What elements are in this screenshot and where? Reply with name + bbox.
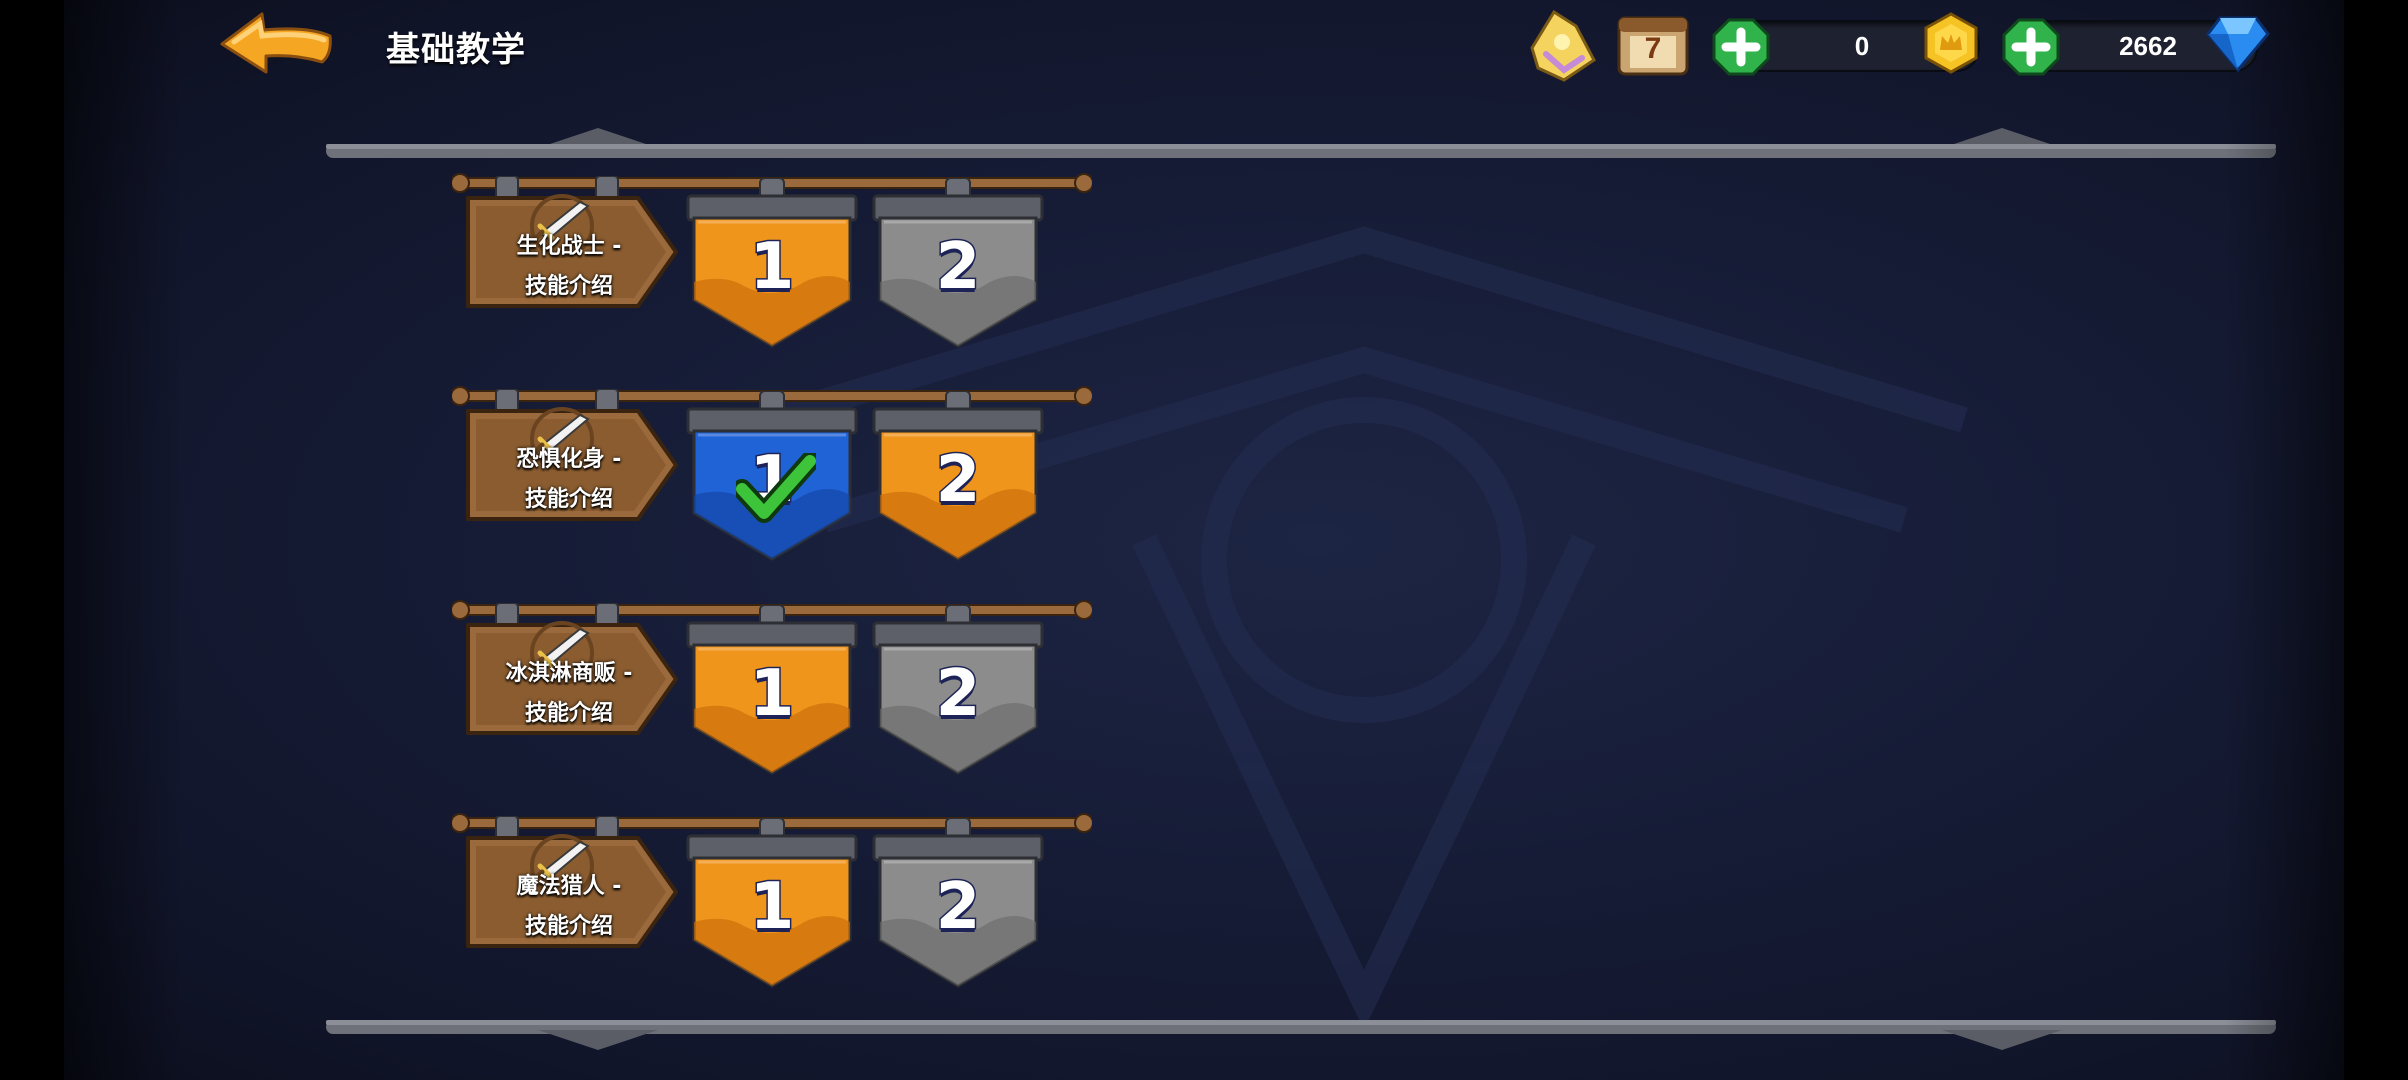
hero-name-label: 恐惧化身 - xyxy=(516,447,622,472)
hero-sign: 生化战士 - 技能介绍 xyxy=(462,175,682,326)
tutorial-row: 魔法猎人 - 技能介绍 1 2 xyxy=(452,810,1092,1010)
page-title: 基础教学 xyxy=(386,30,526,70)
calendar-button[interactable]: 7 xyxy=(1616,12,1690,78)
level-number: 2 xyxy=(934,442,982,519)
add-gold-button[interactable] xyxy=(1712,18,1770,76)
level-banner-locked[interactable]: 2 xyxy=(870,817,1046,990)
hero-name-label: 生化战士 - xyxy=(516,234,622,259)
level-banner-available[interactable]: 1 xyxy=(684,604,860,777)
hero-sign: 恐惧化身 - 技能介绍 xyxy=(462,388,682,539)
level-banner-locked[interactable]: 2 xyxy=(870,604,1046,777)
skill-intro-label: 技能介绍 xyxy=(524,487,613,512)
skill-intro-label: 技能介绍 xyxy=(524,914,613,939)
plus-icon xyxy=(2002,18,2060,76)
tutorial-row: 恐惧化身 - 技能介绍 1 2 xyxy=(452,383,1092,583)
skill-intro-label: 技能介绍 xyxy=(524,274,613,299)
level-banner-completed[interactable]: 1 xyxy=(684,390,860,563)
hero-name-label: 冰淇淋商贩 - xyxy=(505,661,633,686)
game-screen xyxy=(64,0,2344,1080)
bottom-rail xyxy=(326,1020,2276,1050)
gold-crown-coin-icon xyxy=(1924,12,1978,74)
trophy-horn-icon xyxy=(1530,9,1596,82)
event-button[interactable] xyxy=(1524,8,1600,86)
level-banner-available[interactable]: 2 xyxy=(870,390,1046,563)
gold-value: 0 xyxy=(1854,31,1870,61)
hero-name-label: 魔法猎人 - xyxy=(516,874,622,899)
back-arrow-icon xyxy=(220,12,332,74)
tutorial-row: 生化战士 - 技能介绍 1 2 xyxy=(452,170,1092,370)
level-number: 1 xyxy=(748,656,796,733)
level-banner-available[interactable]: 1 xyxy=(684,817,860,990)
back-button[interactable] xyxy=(218,10,334,76)
hero-sign: 冰淇淋商贩 - 技能介绍 xyxy=(462,602,682,753)
level-banner-available[interactable]: 1 xyxy=(684,177,860,350)
level-number: 2 xyxy=(934,656,982,733)
plus-icon xyxy=(1712,18,1770,76)
gold-crown-coin xyxy=(1920,12,1982,74)
tutorial-row: 冰淇淋商贩 - 技能介绍 1 2 xyxy=(452,597,1092,797)
level-number: 2 xyxy=(934,869,982,946)
add-gems-button[interactable] xyxy=(2002,18,2060,76)
blue-diamond-icon xyxy=(2206,16,2270,73)
hero-sign: 魔法猎人 - 技能介绍 xyxy=(462,815,682,966)
gem-value: 2662 xyxy=(2119,31,2177,61)
level-number: 2 xyxy=(934,229,982,306)
level-number: 1 xyxy=(748,229,796,306)
checkmark-icon xyxy=(736,453,816,523)
blue-diamond xyxy=(2206,14,2270,73)
calendar-day: 7 xyxy=(1644,32,1662,65)
level-banner-locked[interactable]: 2 xyxy=(870,177,1046,350)
top-rail xyxy=(326,128,2276,158)
skill-intro-label: 技能介绍 xyxy=(524,701,613,726)
level-number: 1 xyxy=(748,869,796,946)
